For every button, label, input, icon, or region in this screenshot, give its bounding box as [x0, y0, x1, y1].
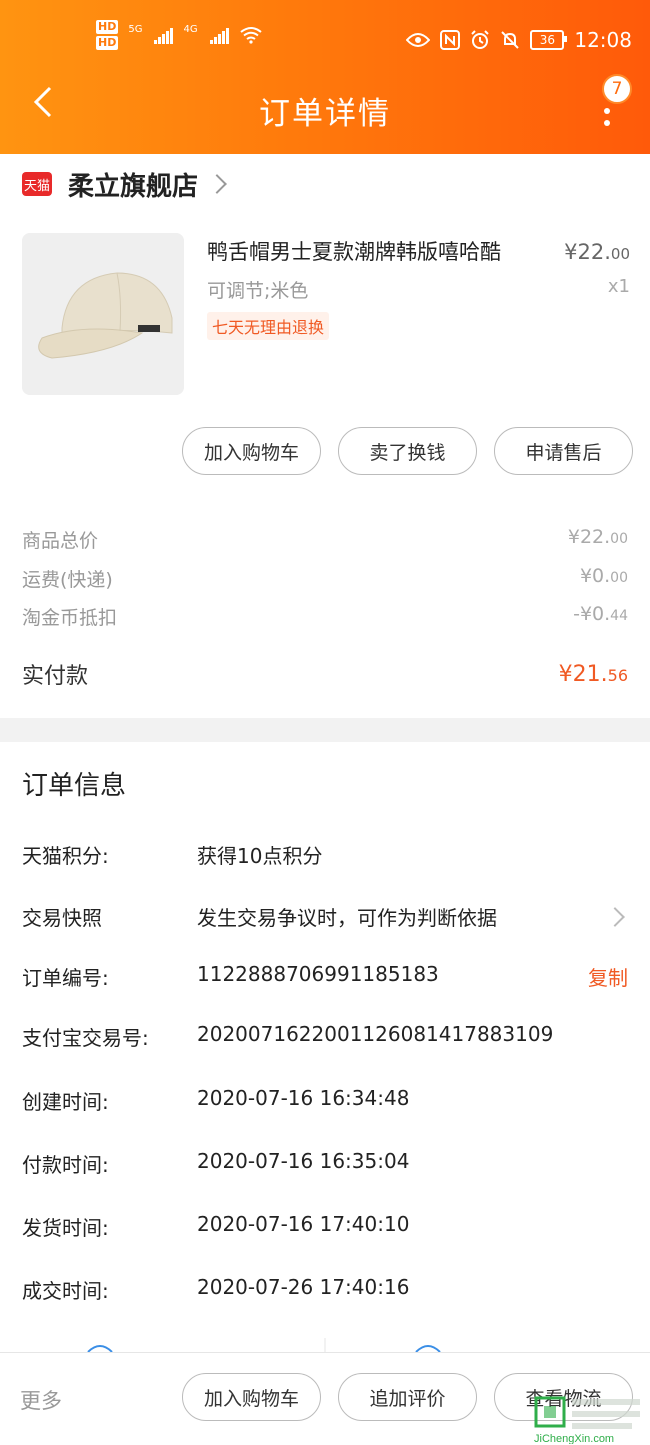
nfc-icon: [440, 30, 461, 50]
chevron-right-icon: [207, 174, 227, 194]
battery-level: 36: [539, 33, 555, 47]
product-image[interactable]: [22, 233, 184, 395]
info-key: 天猫积分:: [22, 844, 109, 868]
info-value: 2020071622001126081417883109: [197, 1022, 554, 1046]
fee-row-subtotal: 商品总价 ¥22.00: [22, 526, 628, 553]
notification-badge: 7: [602, 74, 632, 104]
paid-label: 实付款: [22, 664, 89, 689]
shop-name: 柔立旗舰店: [68, 171, 199, 202]
product-quantity: x1: [607, 276, 630, 297]
product-price-dec: 00: [610, 245, 630, 263]
info-key: 订单编号:: [22, 966, 109, 990]
header: HD HD 5G 4G 36 12:08 订单详情 7: [0, 0, 650, 154]
info-row-points: 天猫积分: 获得10点积分: [22, 840, 628, 870]
signal-icon-1: [154, 26, 174, 44]
fee-value: ¥22.00: [568, 526, 628, 553]
svg-text:JiChengXin.com: JiChengXin.com: [534, 1433, 614, 1444]
order-info-title: 订单信息: [22, 771, 127, 801]
product-price-int: ¥22.: [564, 240, 611, 264]
fee-label: 淘金币抵扣: [22, 607, 118, 629]
mute-bell-icon: [501, 31, 520, 49]
info-row-shipped-time: 发货时间: 2020-07-16 17:40:10: [22, 1212, 628, 1242]
status-bar-right: 36 12:08: [406, 28, 632, 52]
resell-button[interactable]: 卖了换钱: [338, 427, 477, 475]
fee-value: -¥0.44: [573, 603, 628, 630]
signal-label-1: 5G: [128, 23, 143, 35]
info-value: 2020-07-16 16:35:04: [197, 1149, 410, 1173]
add-review-button[interactable]: 追加评价: [338, 1373, 477, 1421]
product-price: ¥22.00: [564, 240, 630, 264]
info-row-created-time: 创建时间: 2020-07-16 16:34:48: [22, 1086, 628, 1116]
info-key: 发货时间:: [22, 1216, 109, 1240]
page-title: 订单详情: [259, 96, 391, 132]
info-value: 2020-07-16 16:34:48: [197, 1086, 410, 1110]
return-policy-tag: 七天无理由退换: [207, 312, 330, 340]
product-spec: 可调节;米色: [207, 280, 309, 302]
paid-value-int: ¥21.: [558, 661, 608, 687]
fee-value-dec: 00: [610, 531, 628, 547]
fee-row-coin-discount: 淘金币抵扣 -¥0.44: [22, 603, 628, 630]
product-title[interactable]: 鸭舌帽男士夏款潮牌韩版嘻哈酷: [207, 236, 501, 266]
fee-value-dec: 00: [610, 570, 628, 586]
info-row-paid-time: 付款时间: 2020-07-16 16:35:04: [22, 1149, 628, 1179]
copy-button[interactable]: 复制: [588, 962, 628, 991]
paid-value: ¥21.56: [559, 662, 628, 687]
signal-label-2: 4G: [183, 23, 198, 35]
info-key: 付款时间:: [22, 1153, 109, 1177]
fee-value-int: ¥22.: [567, 526, 611, 548]
fee-label: 运费(快递): [22, 569, 113, 591]
after-sales-button[interactable]: 申请售后: [494, 427, 633, 475]
info-row-snapshot[interactable]: 交易快照 发生交易争议时，可作为判断依据: [22, 902, 628, 932]
more-menu-icon[interactable]: [604, 108, 610, 126]
fee-value-int: ¥0.: [579, 565, 611, 587]
tmall-logo: 天猫: [22, 172, 52, 196]
watermark-logo: JiChengXin.com: [534, 1396, 640, 1444]
fee-label: 商品总价: [22, 530, 99, 552]
info-value: 2020-07-26 17:40:16: [197, 1275, 410, 1299]
wifi-icon: [239, 27, 262, 44]
add-to-cart-button[interactable]: 加入购物车: [182, 427, 321, 475]
eye-icon: [406, 33, 431, 47]
info-value: 1122888706991185183: [197, 962, 439, 986]
status-bar-left: HD HD 5G 4G: [96, 20, 263, 50]
hd-badge-1: HD: [96, 20, 119, 34]
bottom-add-to-cart-button[interactable]: 加入购物车: [182, 1373, 321, 1421]
section-divider: [0, 718, 650, 742]
signal-icon-2: [209, 26, 229, 44]
info-row-completed-time: 成交时间: 2020-07-26 17:40:16: [22, 1275, 628, 1305]
info-value: 获得10点积分: [197, 844, 323, 868]
fee-value-int: -¥0.: [573, 603, 611, 625]
cap-image: [22, 233, 184, 395]
fee-row-shipping: 运费(快递) ¥0.00: [22, 565, 628, 592]
battery-icon: 36: [530, 30, 568, 50]
info-row-alipay-number: 支付宝交易号: 2020071622001126081417883109: [22, 1022, 628, 1052]
hd-badge-2: HD: [96, 36, 119, 50]
alarm-icon: [471, 30, 490, 49]
info-value: 2020-07-16 17:40:10: [197, 1212, 410, 1236]
shop-header[interactable]: 天猫 柔立旗舰店: [22, 167, 227, 202]
chevron-right-icon: [605, 907, 625, 927]
info-row-order-number: 订单编号: 1122888706991185183 复制: [22, 962, 628, 992]
clock: 12:08: [574, 28, 632, 52]
paid-value-dec: 56: [607, 665, 628, 685]
more-button[interactable]: 更多: [20, 1385, 62, 1415]
fee-value: ¥0.00: [580, 565, 628, 592]
fee-value-dec: 44: [610, 608, 628, 624]
paid-row: 实付款 ¥21.56: [22, 658, 628, 690]
info-key: 成交时间:: [22, 1279, 109, 1303]
info-value: 发生交易争议时，可作为判断依据: [197, 906, 497, 930]
partial-icons-peek: [87, 1338, 441, 1352]
info-key: 交易快照: [22, 906, 102, 930]
info-key: 创建时间:: [22, 1090, 109, 1114]
info-key: 支付宝交易号:: [22, 1026, 149, 1050]
